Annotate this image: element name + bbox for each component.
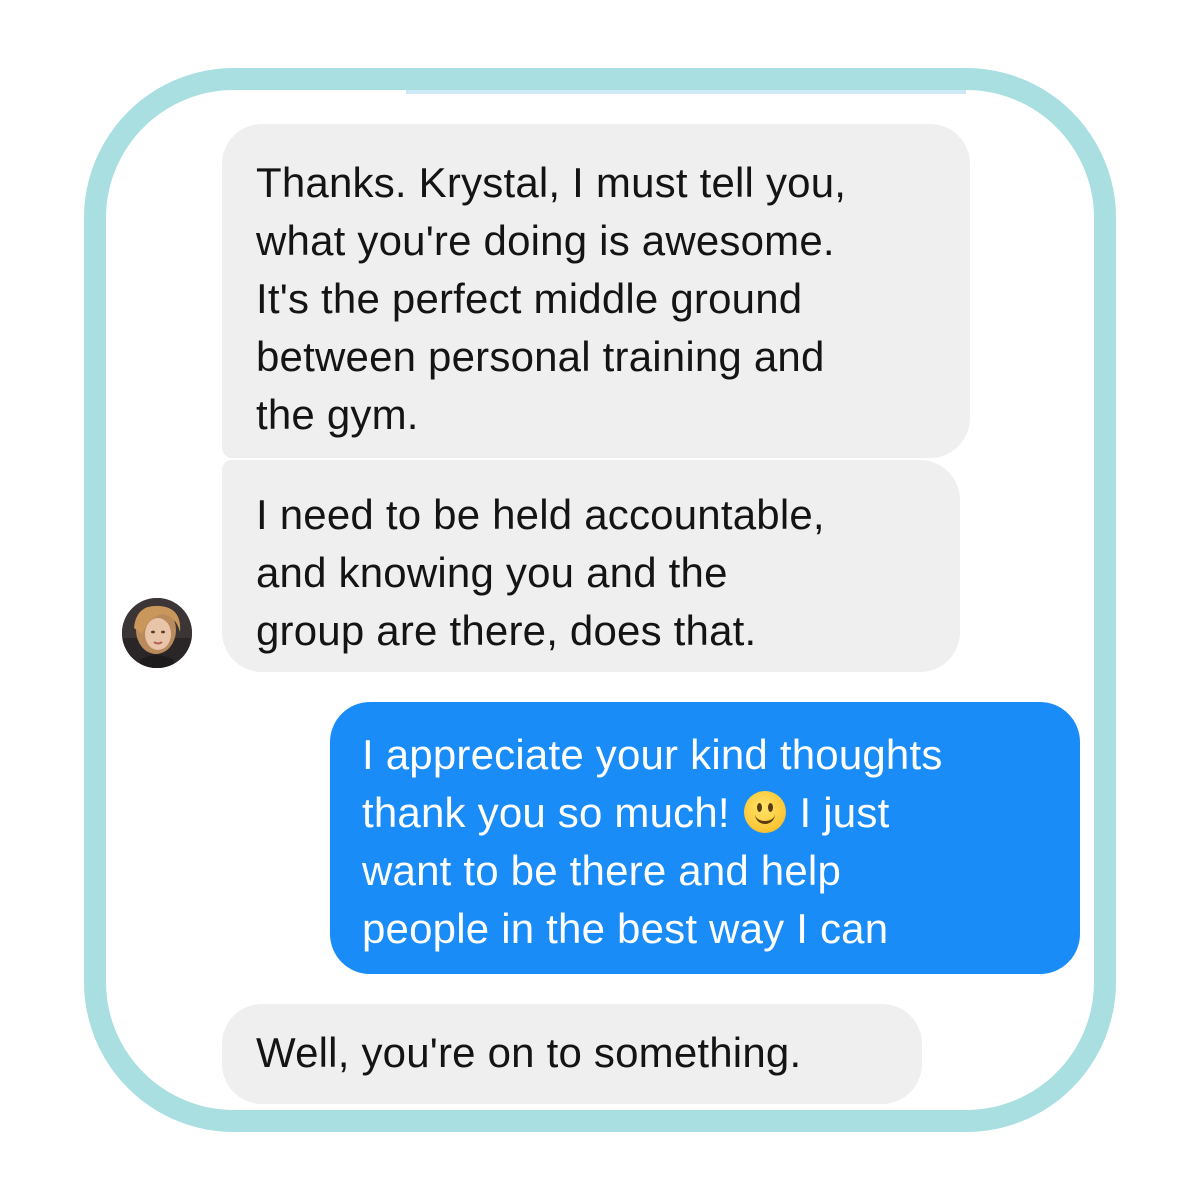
message-bubble-outgoing[interactable]: I appreciate your kind thoughts thank yo… — [330, 702, 1080, 974]
conversation-frame: Thanks. Krystal, I must tell you, what y… — [84, 68, 1116, 1132]
message-bubble-incoming[interactable]: Well, you're on to something. — [222, 1004, 922, 1104]
message-bubble-incoming[interactable]: Thanks. Krystal, I must tell you, what y… — [222, 124, 970, 458]
message-bubble-incoming[interactable]: I need to be held accountable, and knowi… — [222, 460, 960, 672]
contact-avatar[interactable] — [122, 598, 192, 668]
smiley-emoji-icon — [743, 791, 786, 833]
avatar-photo — [122, 598, 192, 668]
previous-message-edge — [406, 90, 966, 94]
